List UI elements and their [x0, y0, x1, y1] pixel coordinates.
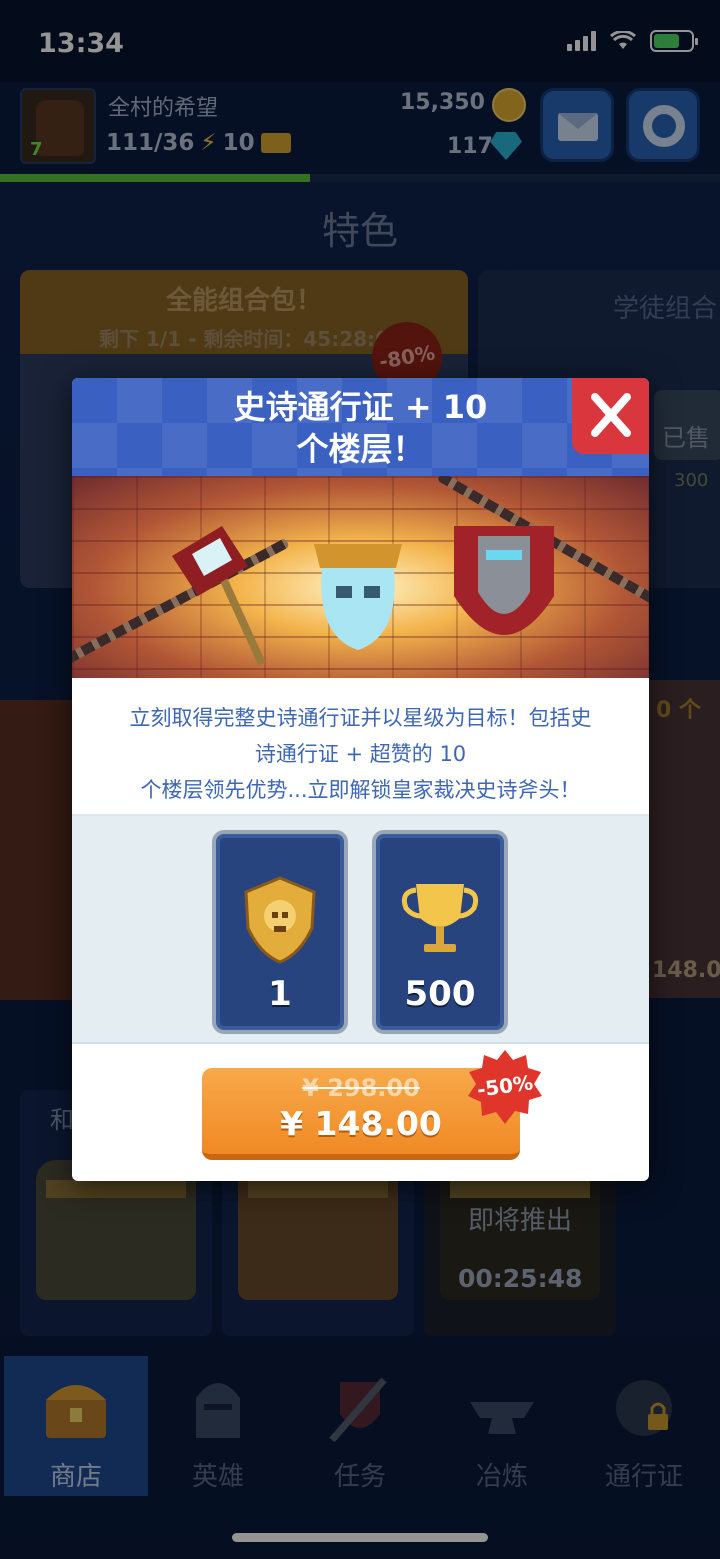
reward-pass-value: 1: [268, 974, 292, 1014]
reward-trophy-value: 500: [404, 974, 476, 1014]
reward-card-pass: 1: [212, 830, 348, 1034]
discount-badge: -50%: [468, 1050, 542, 1124]
dialog-header: 史诗通行证 + 10 个楼层！: [72, 378, 649, 476]
epic-items-banner: [72, 476, 649, 678]
skull-shield-icon: [244, 876, 316, 964]
epic-hammer-icon: [172, 526, 266, 666]
offer-description-line1: 立刻取得完整史诗通行证并以星级为目标！包括史: [129, 706, 592, 730]
offer-description-line3: 个楼层领先优势...立即解锁皇家裁决史诗斧头！: [140, 778, 581, 802]
close-button[interactable]: [572, 378, 649, 454]
dialog-title-line1: 史诗通行证 + 10: [233, 388, 488, 426]
rewards-area: 1 500: [72, 816, 649, 1044]
epic-shield-icon: [454, 526, 554, 635]
dialog-title: 史诗通行证 + 10 个楼层！: [112, 386, 609, 470]
epic-helmet-icon: [314, 544, 402, 650]
close-icon: [591, 393, 631, 437]
offer-description-line2: 诗通行证 + 超赞的 10: [254, 742, 467, 766]
offer-description: 立刻取得完整史诗通行证并以星级为目标！包括史 诗通行证 + 超赞的 10 个楼层…: [72, 678, 649, 816]
epic-pass-offer-dialog: 史诗通行证 + 10 个楼层！ 立刻取得完整史诗通行证并以星级为目标！包括史 诗…: [72, 378, 649, 1181]
reward-card-trophy: 500: [372, 830, 508, 1034]
trophy-icon: [401, 884, 479, 952]
dialog-title-line2: 个楼层！: [296, 430, 425, 468]
